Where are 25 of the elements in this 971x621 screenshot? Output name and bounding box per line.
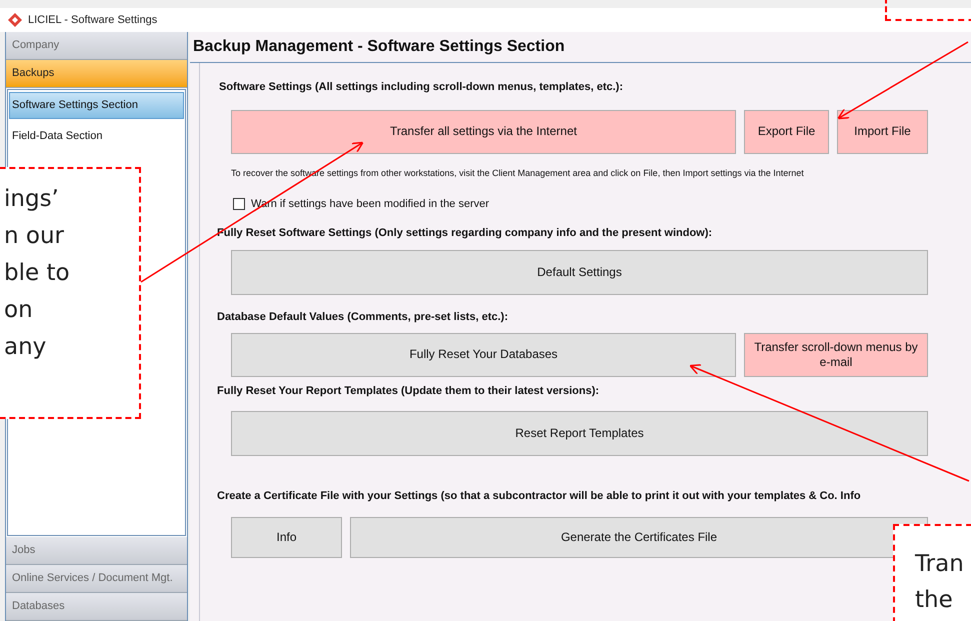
action-button[interactable]: Export File: [744, 110, 829, 154]
action-button[interactable]: Fully Reset Your Databases: [231, 332, 736, 376]
warn-checkbox[interactable]: [233, 198, 245, 210]
action-button[interactable]: Transfer all settings via the Internet: [231, 110, 736, 154]
sidebar-item[interactable]: Software Settings Section: [9, 92, 184, 119]
sidebar-group-header[interactable]: Jobs: [6, 537, 187, 565]
sidebar-group-header[interactable]: Company: [6, 32, 187, 60]
section-label: Create a Certificate File with your Settings (so that a subcontractor will be able to print it out with your templates & Co. Info: [217, 489, 862, 504]
sidebar-group-header[interactable]: Backups: [6, 60, 187, 88]
section-label: Database Default Values (Comments, pre-set lists, etc.):: [217, 310, 509, 325]
section-label: Fully Reset Your Report Templates (Update them to their latest versions):: [217, 384, 600, 398]
action-button[interactable]: Reset Report Templates: [231, 411, 928, 456]
action-button[interactable]: Import File: [837, 110, 928, 154]
action-button[interactable]: Info: [231, 516, 342, 558]
window-title: LICIEL - Software Settings: [28, 12, 158, 28]
section-label: Software Settings (All settings including scroll-down menus, templates, etc.):: [219, 80, 624, 95]
action-button[interactable]: Transfer scroll-down menus by e-mail: [744, 332, 928, 376]
sidebar-group-header[interactable]: Databases: [6, 593, 187, 621]
app-logo-icon: [8, 13, 22, 27]
sidebar-group-header[interactable]: Online Services / Document Mgt.: [6, 565, 187, 593]
callout-text: ings’ n our ble to on any: [4, 185, 70, 362]
section-heading: Backup Management - Software Settings Section: [193, 37, 565, 57]
sidebar-item[interactable]: Field-Data Section: [9, 123, 184, 150]
section-label: Fully Reset Software Settings (Only settings regarding company info and the present window):: [217, 226, 714, 240]
action-button[interactable]: Default Settings: [231, 250, 928, 295]
